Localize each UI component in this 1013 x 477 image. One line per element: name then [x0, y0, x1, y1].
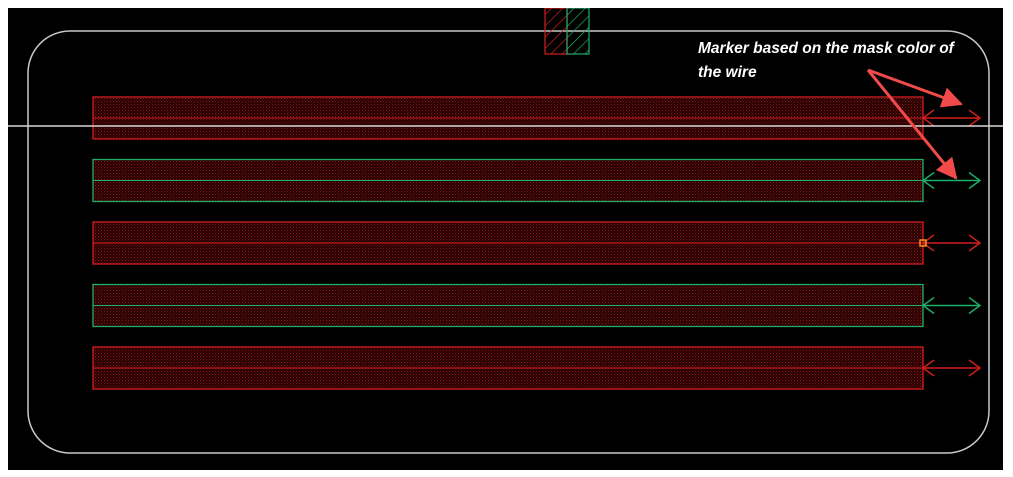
wires-group: [92, 96, 982, 390]
wire-red-1[interactable]: [92, 96, 982, 140]
wire-red-3[interactable]: [92, 221, 982, 265]
via-green-mask[interactable]: [566, 8, 590, 55]
wire-red-5[interactable]: [92, 346, 982, 390]
layout-canvas[interactable]: Marker based on the mask color of the wi…: [8, 8, 1003, 470]
mask-marker-arrow-icon[interactable]: [921, 109, 982, 127]
mask-marker-arrow-icon[interactable]: [921, 234, 982, 252]
mask-marker-arrow-icon[interactable]: [921, 171, 982, 190]
via-stack[interactable]: [544, 8, 590, 55]
mask-marker-arrow-icon[interactable]: [921, 359, 982, 377]
wire-green-2[interactable]: [92, 158, 982, 203]
mask-marker-arrow-icon[interactable]: [921, 296, 982, 315]
annotation-label: Marker based on the mask color of the wi…: [698, 40, 954, 81]
via-red-mask[interactable]: [544, 8, 568, 55]
wire-green-4[interactable]: [92, 283, 982, 328]
